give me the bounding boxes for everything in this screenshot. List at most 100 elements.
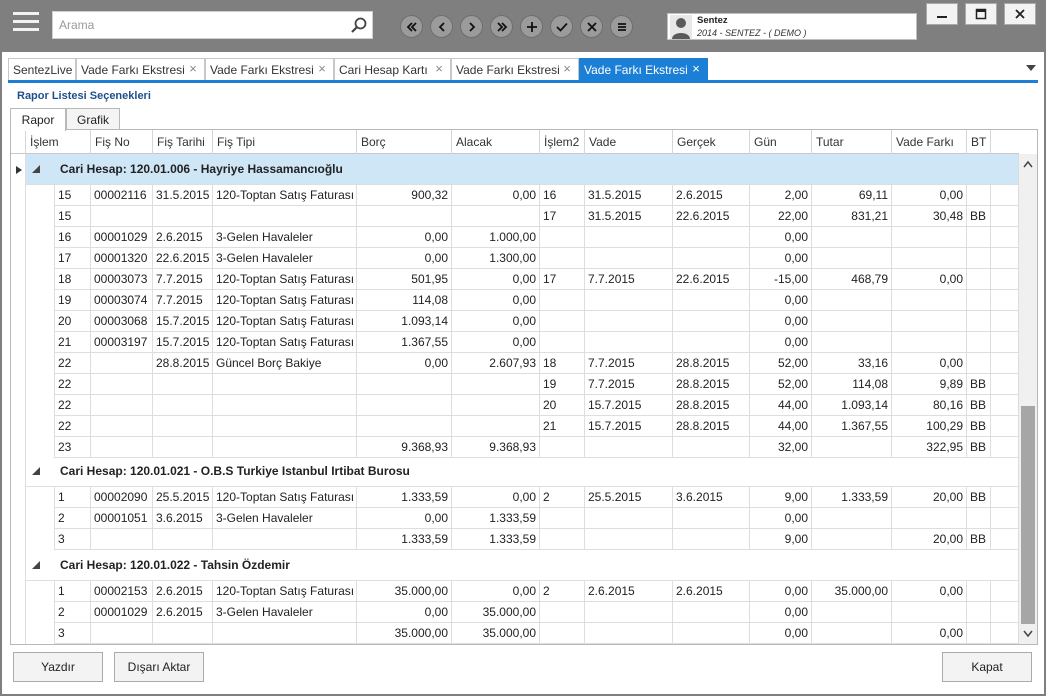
cell-borc[interactable]: 501,95	[357, 269, 452, 290]
cell-vade[interactable]	[585, 290, 673, 311]
cell-gun[interactable]: 2,00	[750, 185, 812, 206]
delete-record-button[interactable]	[580, 15, 603, 38]
cell-islem2[interactable]: 21	[540, 416, 585, 437]
cell-vade-farki[interactable]	[892, 311, 967, 332]
column-header-vade-farki[interactable]: Vade Farkı	[892, 130, 967, 154]
cell-tutar[interactable]	[812, 529, 892, 550]
cell-bt[interactable]: BB	[967, 416, 991, 437]
cell-fis-no[interactable]	[91, 416, 153, 437]
vertical-scrollbar[interactable]	[1018, 154, 1037, 644]
cell-islem2[interactable]: 20	[540, 395, 585, 416]
cell-vade[interactable]: 31.5.2015	[585, 185, 673, 206]
cell-fis-no[interactable]: 00001320	[91, 248, 153, 269]
cell-vade[interactable]: 31.5.2015	[585, 206, 673, 227]
cell-tutar[interactable]: 1.093,14	[812, 395, 892, 416]
cell-tutar[interactable]	[812, 508, 892, 529]
cell-islem[interactable]: 15	[55, 206, 91, 227]
column-header-fis-tipi[interactable]: Fiş Tipi	[213, 130, 357, 154]
scroll-down-icon[interactable]	[1023, 630, 1033, 638]
cell-islem[interactable]: 22	[55, 395, 91, 416]
cell-bt[interactable]	[967, 269, 991, 290]
cell-islem2[interactable]: 19	[540, 374, 585, 395]
cell-islem2[interactable]	[540, 227, 585, 248]
cell-bt[interactable]	[967, 581, 991, 602]
cell-islem[interactable]: 21	[55, 332, 91, 353]
column-header-tutar[interactable]: Tutar	[812, 130, 892, 154]
cell-vade[interactable]	[585, 623, 673, 644]
scrollbar-thumb[interactable]	[1021, 406, 1035, 624]
cell-fis-no[interactable]	[91, 623, 153, 644]
cell-alacak[interactable]	[452, 416, 540, 437]
row-indicator[interactable]	[11, 154, 26, 185]
row-indicator[interactable]	[11, 487, 26, 508]
print-button[interactable]: Yazdır	[13, 652, 103, 682]
column-header-borc[interactable]: Borç	[357, 130, 452, 154]
cell-fis-tarihi[interactable]: 22.6.2015	[153, 248, 213, 269]
cell-islem2[interactable]	[540, 623, 585, 644]
tab-close-icon[interactable]: ×	[561, 62, 573, 75]
cell-alacak[interactable]	[452, 374, 540, 395]
row-indicator[interactable]	[11, 185, 26, 206]
cell-vade[interactable]: 7.7.2015	[585, 269, 673, 290]
cell-gercek[interactable]	[673, 508, 750, 529]
cell-bt[interactable]: BB	[967, 437, 991, 458]
cell-gercek[interactable]	[673, 332, 750, 353]
cell-fis-tarihi[interactable]: 3.6.2015	[153, 508, 213, 529]
cell-alacak[interactable]: 0,00	[452, 185, 540, 206]
table-row[interactable]: 3 1.333,59 1.333,59 9,00 20,00 BB	[11, 529, 1019, 550]
row-indicator[interactable]	[11, 227, 26, 248]
cell-fis-no[interactable]: 00002090	[91, 487, 153, 508]
tab-vade-farki-ekstresi-active[interactable]: Vade Farkı Ekstresi ×	[579, 58, 708, 80]
column-header-bt[interactable]: BT	[967, 130, 991, 154]
table-row[interactable]: 2 00001029 2.6.2015 3-Gelen Havaleler 0,00 35…	[11, 602, 1019, 623]
cell-fis-tarihi[interactable]	[153, 374, 213, 395]
row-indicator[interactable]	[11, 374, 26, 395]
report-options-title[interactable]: Rapor Listesi Seçenekleri	[17, 90, 151, 102]
row-indicator[interactable]	[11, 332, 26, 353]
cell-gun[interactable]: 52,00	[750, 374, 812, 395]
cell-fis-tipi[interactable]	[213, 416, 357, 437]
table-row[interactable]: 16 00001029 2.6.2015 3-Gelen Havaleler 0,00 1…	[11, 227, 1019, 248]
column-header-fis-tarihi[interactable]: Fiş Tarihi	[153, 130, 213, 154]
cell-tutar[interactable]: 468,79	[812, 269, 892, 290]
cell-alacak[interactable]: 0,00	[452, 332, 540, 353]
table-row[interactable]: 2 00001051 3.6.2015 3-Gelen Havaleler 0,00 1.…	[11, 508, 1019, 529]
cell-tutar[interactable]	[812, 248, 892, 269]
column-header-alacak[interactable]: Alacak	[452, 130, 540, 154]
tab-vade-farki-ekstresi-1[interactable]: Vade Farkı Ekstresi ×	[76, 58, 205, 80]
cell-tutar[interactable]: 831,21	[812, 206, 892, 227]
table-row[interactable]: 22 28.8.2015 Güncel Borç Bakiye 0,00 2.607,9…	[11, 353, 1019, 374]
table-row[interactable]: 22 21 15.7.2015 28.8.2015 44,00 1.367,55 100,2…	[11, 416, 1019, 437]
cell-fis-tipi[interactable]	[213, 206, 357, 227]
cell-fis-tipi[interactable]	[213, 374, 357, 395]
cell-vade-farki[interactable]	[892, 227, 967, 248]
cell-islem2[interactable]: 17	[540, 269, 585, 290]
cell-alacak[interactable]: 2.607,93	[452, 353, 540, 374]
cell-gun[interactable]: 0,00	[750, 332, 812, 353]
cell-fis-tarihi[interactable]	[153, 529, 213, 550]
table-row[interactable]: 22 20 15.7.2015 28.8.2015 44,00 1.093,14 80,16…	[11, 395, 1019, 416]
cell-islem2[interactable]: 18	[540, 353, 585, 374]
cell-fis-no[interactable]: 00001029	[91, 602, 153, 623]
cell-bt[interactable]	[967, 623, 991, 644]
cell-islem[interactable]: 2	[55, 508, 91, 529]
cell-fis-tarihi[interactable]	[153, 395, 213, 416]
cell-islem[interactable]: 22	[55, 353, 91, 374]
cell-gun[interactable]: 9,00	[750, 529, 812, 550]
row-indicator[interactable]	[11, 550, 26, 581]
cell-borc[interactable]: 900,32	[357, 185, 452, 206]
group-collapse-icon[interactable]	[31, 466, 41, 476]
tab-vade-farki-ekstresi-2[interactable]: Vade Farkı Ekstresi ×	[205, 58, 334, 80]
cell-alacak[interactable]	[452, 395, 540, 416]
cell-tutar[interactable]	[812, 311, 892, 332]
cell-fis-no[interactable]	[91, 529, 153, 550]
table-row[interactable]: 1 00002090 25.5.2015 120-Toptan Satış Fatur…	[11, 487, 1019, 508]
cell-islem2[interactable]	[540, 437, 585, 458]
cell-fis-no[interactable]	[91, 353, 153, 374]
cell-gun[interactable]: 9,00	[750, 487, 812, 508]
cell-vade-farki[interactable]: 20,00	[892, 487, 967, 508]
cell-fis-no[interactable]: 00001029	[91, 227, 153, 248]
tab-cari-hesap-karti[interactable]: Cari Hesap Kartı ×	[334, 58, 451, 80]
cell-gercek[interactable]	[673, 248, 750, 269]
cell-fis-tarihi[interactable]: 25.5.2015	[153, 487, 213, 508]
